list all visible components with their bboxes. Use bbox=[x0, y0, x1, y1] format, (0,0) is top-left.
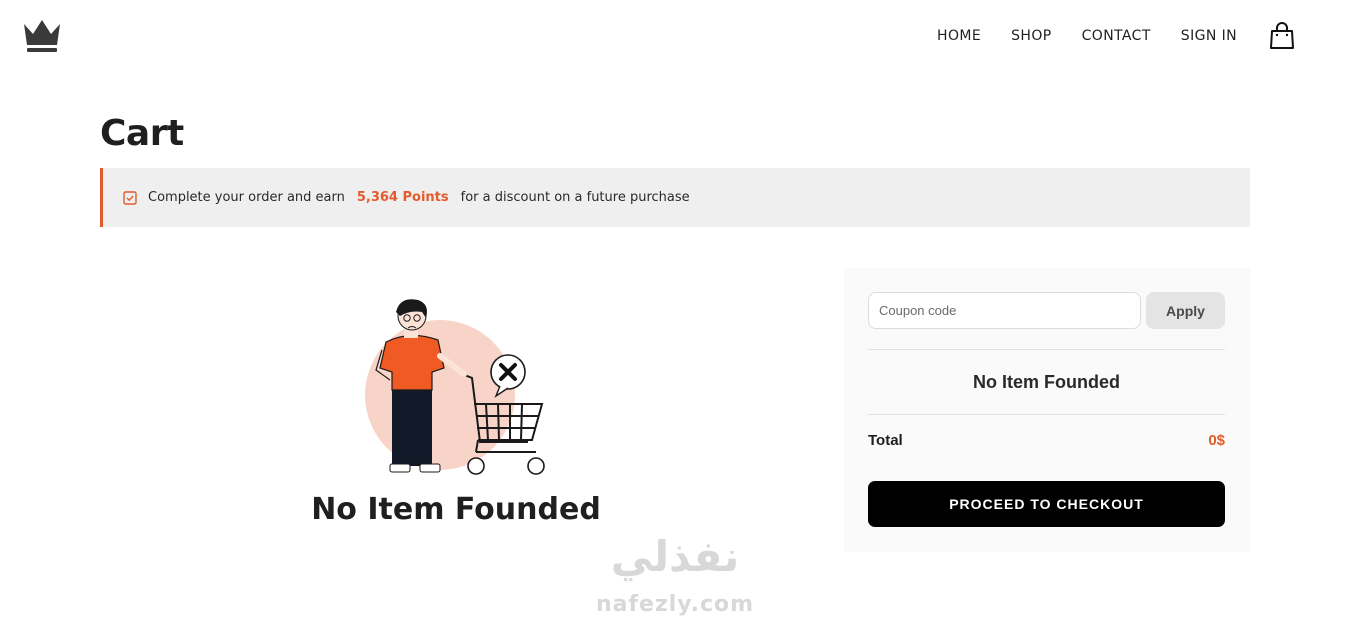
main-nav: HOME SHOP CONTACT SIGN IN bbox=[907, 22, 1295, 50]
crown-icon[interactable] bbox=[22, 18, 62, 54]
points-amount: 5,364 Points bbox=[356, 190, 449, 205]
apply-coupon-button[interactable]: Apply bbox=[1146, 292, 1225, 329]
page-title: Cart bbox=[100, 113, 184, 154]
watermark-url: nafezly.com bbox=[595, 592, 755, 617]
coupon-code-input[interactable] bbox=[868, 292, 1141, 329]
banner-text-before: Complete your order and earn bbox=[148, 190, 345, 205]
nav-sign-in-link[interactable]: SIGN IN bbox=[1181, 28, 1237, 44]
banner-text-after: for a discount on a future purchase bbox=[460, 190, 690, 205]
summary-empty-message: No Item Founded bbox=[973, 372, 1120, 392]
total-value: 0$ bbox=[1208, 432, 1225, 449]
points-banner: Complete your order and earn 5,364 Point… bbox=[100, 168, 1250, 227]
nav-shop-link[interactable]: SHOP bbox=[1011, 28, 1051, 44]
nav-home-link[interactable]: HOME bbox=[937, 28, 981, 44]
divider bbox=[868, 414, 1225, 415]
nav-contact-link[interactable]: CONTACT bbox=[1082, 28, 1151, 44]
total-label: Total bbox=[868, 432, 903, 449]
checkbox-icon bbox=[123, 190, 137, 205]
empty-cart-illustration bbox=[365, 299, 545, 475]
shopping-bag-icon[interactable] bbox=[1269, 22, 1295, 50]
watermark-arabic: نفذلي bbox=[610, 532, 740, 581]
site-header: HOME SHOP CONTACT SIGN IN bbox=[0, 0, 1350, 72]
watermark: نفذلي nafezly.com bbox=[590, 532, 760, 622]
proceed-to-checkout-button[interactable]: PROCEED TO CHECKOUT bbox=[868, 481, 1225, 527]
cart-summary-panel: Apply No Item Founded Total 0$ PROCEED T… bbox=[844, 268, 1250, 552]
empty-cart-message: No Item Founded bbox=[311, 492, 601, 527]
divider bbox=[868, 349, 1225, 350]
